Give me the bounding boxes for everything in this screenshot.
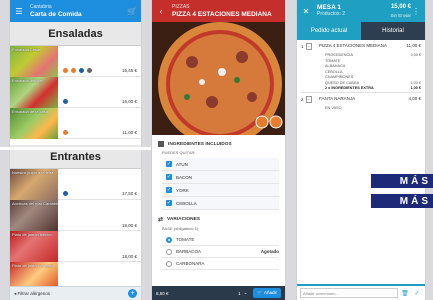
allergen-icon: [62, 67, 69, 74]
ingredient-checkbox[interactable]: ✓ BACON: [162, 171, 279, 184]
add-button[interactable]: +: [128, 289, 137, 298]
variation-radio[interactable]: BARBACOA Agotado: [162, 246, 279, 258]
promo-banner: MÁS: [371, 174, 433, 188]
check-icon: ✓: [166, 187, 172, 193]
promo-banner: MÁS: [371, 194, 433, 208]
allergen-icon: [86, 67, 93, 74]
allergen-icons: [62, 67, 93, 74]
header-title: Carta de Comida: [30, 11, 82, 18]
scene: ☰ Cantabria Carta de Comida 🛒 Ensaladas …: [0, 0, 433, 300]
order-header: ✕ MESA 1 Productos: 2 15,00 € Sin Enviar…: [297, 0, 425, 22]
tab-current-order[interactable]: Pedido actual: [297, 22, 361, 40]
allergen-icon: [62, 98, 69, 105]
allergen-icon: [62, 129, 69, 136]
order-total: 15,00 €: [390, 3, 411, 10]
order-line[interactable]: 2− FANTA NARANJA 4,00 €: [297, 93, 425, 106]
ingredients-hint: PUEDES QUITAR:: [162, 150, 196, 155]
allergen-icon: [70, 67, 77, 74]
variation-radio[interactable]: CARBONARA: [162, 258, 279, 270]
radio-icon: [166, 248, 172, 255]
order-line-details: EN VASO: [325, 105, 342, 110]
minus-button[interactable]: −: [305, 95, 312, 103]
product-photo: Ensalada de la casa: [10, 108, 58, 139]
ingredient-checkbox[interactable]: ✓ YORK: [162, 184, 279, 197]
products-count: Productos: 2: [317, 11, 346, 17]
order-tabs: Pedido actual Historial: [297, 22, 425, 40]
product-price: 18,00 €: [121, 223, 137, 228]
product-item[interactable]: Ensalada de la casa 11,00 €: [10, 108, 141, 139]
pizza-illustration: [158, 22, 283, 135]
add-to-order-bar: 8,50 € 1 ⌄ 🛒 Añadir: [152, 286, 285, 300]
order-line[interactable]: 1− PIZZA 4 ESTACIONES MEDIANA 11,00 €: [297, 40, 425, 53]
total-price: 8,50 €: [156, 290, 169, 296]
chevron-down-icon[interactable]: ⌄: [244, 290, 248, 296]
check-icon: ✓: [166, 161, 172, 167]
radio-icon: [166, 260, 172, 267]
check-icon: ✓: [166, 174, 172, 180]
product-item[interactable]: Plato de jamón ibérico 18,00 €: [10, 231, 141, 262]
variations-icon: ⇄: [158, 217, 164, 223]
product-item[interactable]: Anchoas del mar Cantábrico 18,00 €: [10, 200, 141, 231]
product-photo: Ensalada César: [10, 46, 58, 77]
allergen-icon: [78, 67, 85, 74]
ingredients-icon: [158, 141, 164, 147]
add-button[interactable]: 🛒 Añadir: [253, 288, 281, 298]
order-status: Sin Enviar: [390, 12, 411, 18]
order-phone: ✕ MESA 1 Productos: 2 15,00 € Sin Enviar…: [296, 0, 426, 300]
menu-phone: ☰ Cantabria Carta de Comida 🛒 Ensaladas …: [9, 0, 142, 300]
product-item[interactable]: Ensalada César 16,45 €: [10, 46, 141, 77]
quantity-value: 1: [238, 290, 241, 296]
minus-button[interactable]: −: [305, 43, 312, 50]
product-photo: Ensalada Ibérica: [10, 77, 58, 108]
comment-bar: Añadir comentario... 🗑 ✓: [297, 284, 425, 300]
product-price: 17,50 €: [121, 191, 137, 196]
tab-history[interactable]: Historial: [361, 22, 425, 40]
product-image: [152, 22, 285, 135]
filter-allergens-button[interactable]: ◂ Filtrar alérgenos: [14, 291, 50, 297]
delete-icon[interactable]: 🗑: [400, 288, 410, 298]
variations-title: VARIACIONES: [167, 217, 200, 222]
product-photo: Plato de jamón ibérico: [10, 231, 58, 262]
product-price: 11,00 €: [122, 130, 137, 135]
product-item[interactable]: Nuestro pulpo a la feira 17,50 €: [10, 169, 141, 200]
detail-header: ‹ PIZZAS PIZZA 4 ESTACIONES MEDIANA: [152, 0, 285, 22]
product-item[interactable]: Ensalada Ibérica 16,00 €: [10, 77, 141, 108]
filter-bar: ◂ Filtrar alérgenos +: [10, 286, 141, 300]
header-subtitle: PIZZAS: [172, 4, 190, 10]
category-title[interactable]: Ensaladas: [10, 22, 141, 46]
variation-radio[interactable]: TOMATE: [162, 234, 279, 246]
product-detail-phone: ‹ PIZZAS PIZZA 4 ESTACIONES MEDIANA INGR…: [151, 0, 286, 300]
product-price: 16,45 €: [121, 68, 137, 73]
header-title: PIZZA 4 ESTACIONES MEDIANA: [172, 11, 272, 18]
ingredients-title: INGREDIENTES INCLUIDOS: [168, 141, 232, 147]
close-icon[interactable]: ✕: [301, 7, 311, 16]
header-subtitle: Cantabria: [30, 4, 52, 10]
cart-icon[interactable]: 🛒: [127, 7, 137, 16]
send-icon[interactable]: ✓: [412, 288, 422, 298]
comment-input[interactable]: Añadir comentario...: [300, 288, 398, 298]
menu-icon[interactable]: ☰: [14, 7, 24, 16]
sold-out-label: Agotado: [260, 249, 279, 254]
back-icon[interactable]: ‹: [156, 7, 166, 16]
ingredient-checkbox[interactable]: ✓ ATUN: [162, 158, 279, 171]
menu-header: ☰ Cantabria Carta de Comida 🛒: [10, 0, 141, 22]
product-photo: Nuestro pulpo a la feira: [10, 169, 58, 200]
allergen-icon: [62, 190, 69, 197]
table-title: MESA 1: [317, 4, 341, 11]
more-icon[interactable]: ⋮: [411, 7, 421, 16]
check-icon: ✓: [166, 200, 172, 206]
ingredient-checkbox[interactable]: ✓ CEBOLLA: [162, 197, 279, 210]
radio-icon: [166, 236, 172, 243]
variations-hint: BASE (obligatorio 1): [162, 226, 199, 231]
product-price: 16,00 €: [121, 99, 137, 104]
product-photo: Anchoas del mar Cantábrico: [10, 200, 58, 231]
product-price: 18,00 €: [121, 254, 137, 259]
order-line-details: PROCEDENCIA 3,00 € TOMATE ALBAHACA CEBOLL…: [325, 53, 421, 90]
